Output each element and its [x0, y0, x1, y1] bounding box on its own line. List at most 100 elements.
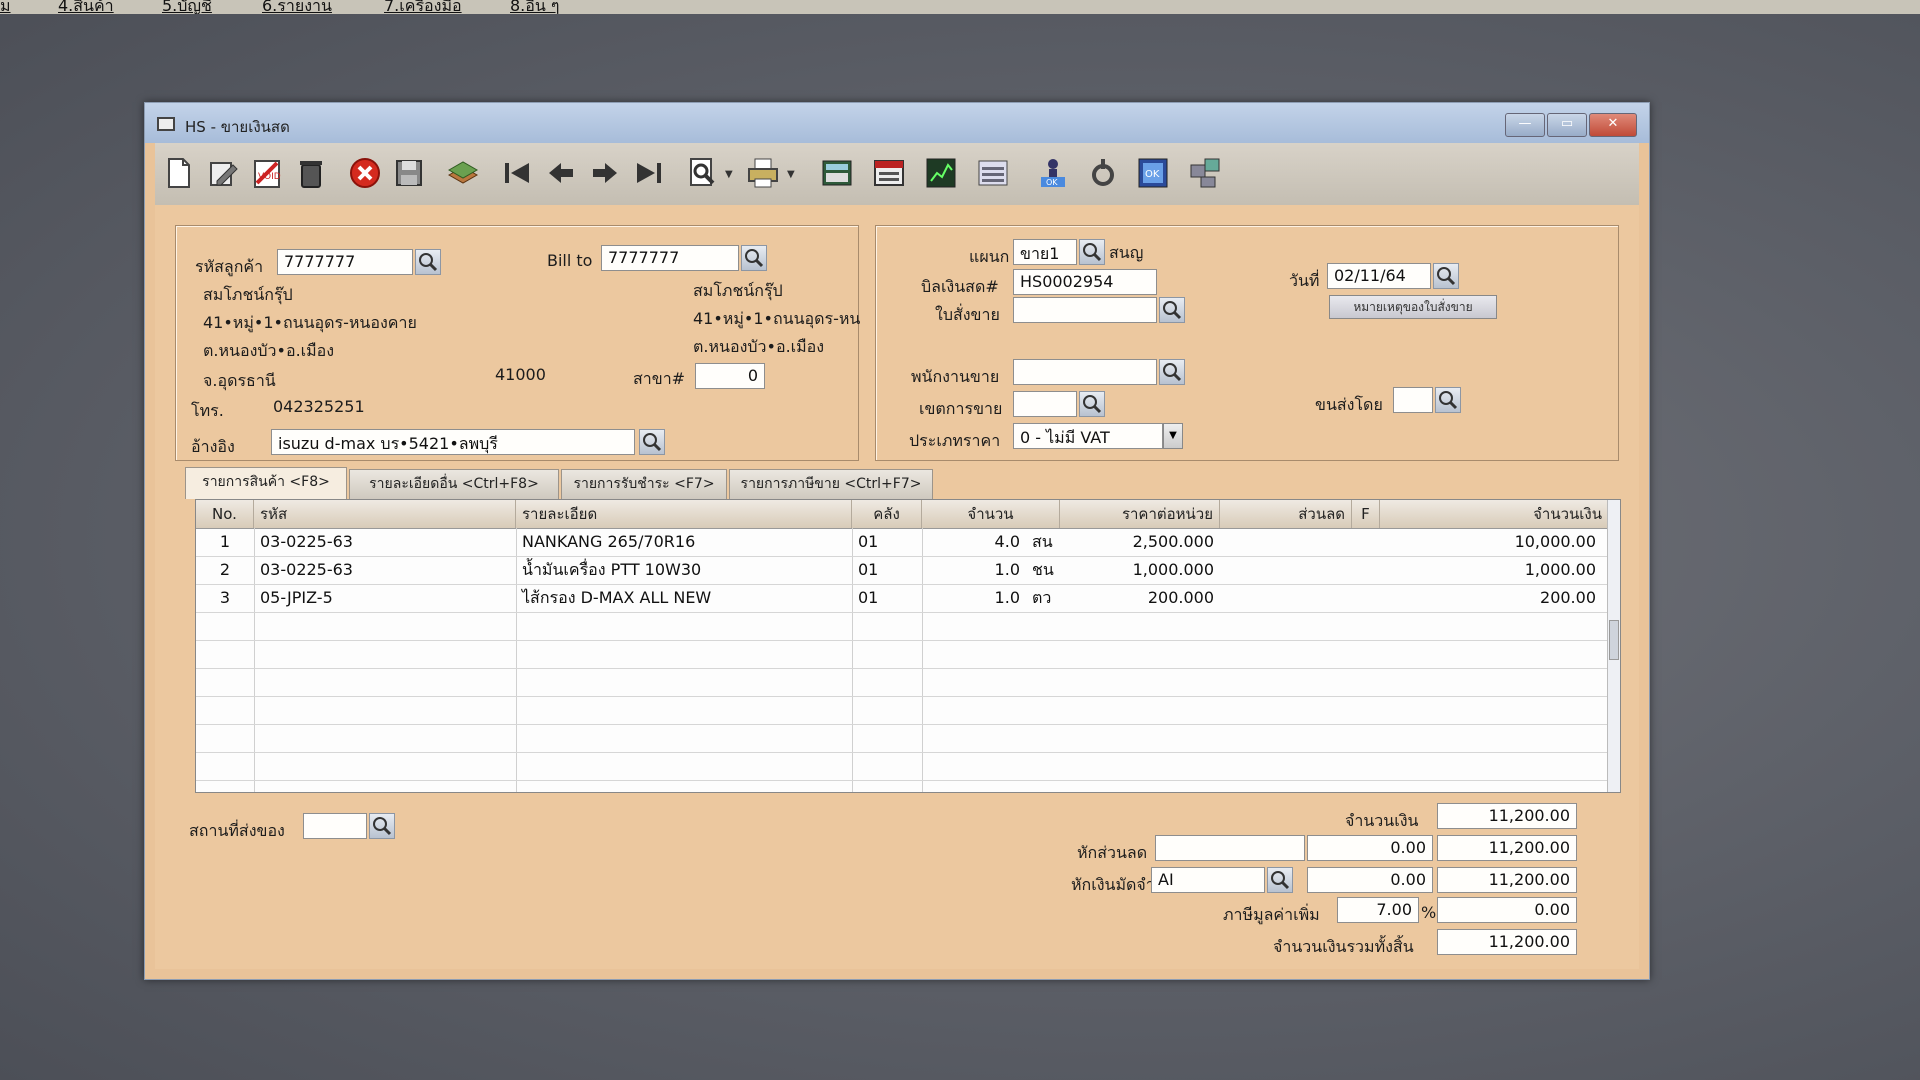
branch-input[interactable]: 0	[695, 363, 765, 389]
deposit-search-icon[interactable]	[1267, 867, 1293, 893]
discount-amount-input[interactable]: 0.00	[1307, 835, 1433, 861]
bill-to-search-icon[interactable]	[741, 245, 767, 271]
table-row[interactable]	[196, 752, 1608, 781]
minimize-button[interactable]: —	[1505, 113, 1545, 137]
col-flag[interactable]: F	[1352, 500, 1380, 528]
bill-to-code-input[interactable]: 7777777	[601, 245, 739, 271]
close-button[interactable]: ✕	[1589, 113, 1637, 137]
bill-to-name: สมโภชน์กรุ๊ป	[693, 281, 783, 300]
menu-item-accounting[interactable]: 5.บัญชี	[162, 0, 212, 14]
sales-order-input[interactable]	[1013, 297, 1157, 323]
form-body: รหัสลูกค้า 7777777 สมโภชน์กรุ๊ป 41•หมู่•…	[155, 205, 1639, 969]
sales-area-search-icon[interactable]	[1079, 391, 1105, 417]
first-record-icon[interactable]	[499, 155, 535, 191]
table-row[interactable]	[196, 668, 1608, 697]
cell-unit-price: 2,500.000	[1132, 532, 1214, 551]
maximize-button[interactable]: ▭	[1547, 113, 1587, 137]
date-search-icon[interactable]	[1433, 263, 1459, 289]
col-unit-price[interactable]: ราคาต่อหน่วย	[1060, 500, 1220, 528]
table-row[interactable]: 3 05-JPIZ-5 ไส้กรอง D-MAX ALL NEW 01 1.0…	[196, 584, 1608, 613]
salesperson-input[interactable]	[1013, 359, 1157, 385]
col-description[interactable]: รายละเอียด	[516, 500, 852, 528]
table-row[interactable]: 1 03-0225-63 NANKANG 265/70R16 01 4.0 สน…	[196, 528, 1608, 557]
deposit-amount-input[interactable]: 0.00	[1307, 867, 1433, 893]
tab-sales-tax[interactable]: รายการภาษีขาย <Ctrl+F7>	[729, 469, 933, 499]
vat-rate-input[interactable]: 7.00	[1337, 897, 1419, 923]
sales-area-input[interactable]	[1013, 391, 1077, 417]
discount-percent-input[interactable]	[1155, 835, 1305, 861]
cell-quantity: 1.0	[994, 560, 1020, 579]
col-warehouse[interactable]: คลัง	[852, 500, 922, 528]
chevron-down-icon[interactable]: ▼	[1163, 423, 1183, 449]
menu-item-tools[interactable]: 7.เครื่องมือ	[384, 0, 462, 14]
grid-scrollbar[interactable]	[1607, 500, 1620, 792]
new-doc-icon[interactable]	[161, 155, 197, 191]
tab-product-items[interactable]: รายการสินค้า <F8>	[185, 467, 347, 499]
customer-code-input[interactable]: 7777777	[277, 249, 413, 275]
bill-number-input[interactable]: HS0002954	[1013, 269, 1157, 295]
table-row[interactable]	[196, 640, 1608, 669]
sales-order-search-icon[interactable]	[1159, 297, 1185, 323]
reference-label: อ้างอิง	[191, 437, 235, 456]
tab-payments[interactable]: รายการรับชำระ <F7>	[561, 469, 727, 499]
col-discount[interactable]: ส่วนลด	[1220, 500, 1352, 528]
col-code[interactable]: รหัส	[254, 500, 516, 528]
prev-record-icon[interactable]	[543, 155, 579, 191]
void-icon[interactable]: VOID	[249, 155, 285, 191]
shipper-search-icon[interactable]	[1435, 387, 1461, 413]
calc-icon[interactable]	[819, 155, 855, 191]
save-icon[interactable]	[391, 155, 427, 191]
print-dropdown-icon[interactable]: ▼	[787, 169, 795, 180]
last-record-icon[interactable]	[631, 155, 667, 191]
svg-text:OK: OK	[1046, 178, 1058, 187]
ship-place-input[interactable]	[303, 813, 367, 839]
delete-icon[interactable]	[293, 155, 329, 191]
col-amount[interactable]: จำนวนเงิน	[1380, 500, 1608, 528]
department-input[interactable]: ขาย1	[1013, 239, 1077, 265]
scrollbar-thumb[interactable]	[1609, 620, 1619, 660]
table-row[interactable]	[196, 696, 1608, 725]
print-icon[interactable]	[745, 155, 781, 191]
window-app-icon	[157, 117, 175, 131]
cell-quantity: 1.0	[994, 588, 1020, 607]
next-record-icon[interactable]	[587, 155, 623, 191]
menu-item-0[interactable]: ม	[0, 0, 11, 14]
edit-icon[interactable]	[205, 155, 241, 191]
reference-input[interactable]: isuzu d-max บร•5421•ลพบุรี	[271, 429, 635, 455]
find-icon[interactable]	[685, 155, 721, 191]
approve-icon[interactable]: OK	[1035, 155, 1071, 191]
department-search-icon[interactable]	[1079, 239, 1105, 265]
date-input[interactable]: 02/11/64	[1327, 263, 1431, 289]
table-row[interactable]	[196, 612, 1608, 641]
customer-search-icon[interactable]	[415, 249, 441, 275]
cancel-icon[interactable]	[347, 155, 383, 191]
tools-icon[interactable]	[1085, 155, 1121, 191]
table-row[interactable]	[196, 724, 1608, 753]
menu-item-other[interactable]: 8.อื่น ๆ	[510, 0, 560, 14]
report-icon[interactable]	[975, 155, 1011, 191]
col-quantity[interactable]: จำนวน	[922, 500, 1060, 528]
order-note-button[interactable]: หมายเหตุของใบสั่งขาย	[1329, 295, 1497, 319]
menu-item-reports[interactable]: 6.รายงาน	[262, 0, 332, 14]
ok-icon[interactable]: OK	[1135, 155, 1171, 191]
calendar-icon[interactable]	[871, 155, 907, 191]
chart-icon[interactable]	[923, 155, 959, 191]
cell-amount: 200.00	[1540, 588, 1596, 607]
stack-icon[interactable]	[445, 155, 481, 191]
price-type-select[interactable]: 0 - ไม่มี VAT	[1013, 423, 1163, 449]
table-row[interactable]: 2 03-0225-63 น้ำมันเครื่อง PTT 10W30 01 …	[196, 556, 1608, 585]
vat-label: ภาษีมูลค่าเพิ่ม	[1223, 905, 1320, 924]
ship-place-search-icon[interactable]	[369, 813, 395, 839]
col-no[interactable]: No.	[196, 500, 254, 528]
deposit-code-input[interactable]: AI	[1151, 867, 1265, 893]
find-dropdown-icon[interactable]: ▼	[725, 169, 733, 180]
salesperson-search-icon[interactable]	[1159, 359, 1185, 385]
network-icon[interactable]	[1187, 155, 1223, 191]
shipper-input[interactable]	[1393, 387, 1433, 413]
cell-description: NANKANG 265/70R16	[522, 532, 696, 551]
deposit-label: หักเงินมัดจำ	[1071, 875, 1155, 894]
tab-other-details[interactable]: รายละเอียดอื่น <Ctrl+F8>	[349, 469, 559, 499]
menu-item-products[interactable]: 4.สินค้า	[58, 0, 114, 14]
window-titlebar[interactable]: HS - ขายเงินสด — ▭ ✕	[145, 103, 1649, 143]
reference-search-icon[interactable]	[639, 429, 665, 455]
